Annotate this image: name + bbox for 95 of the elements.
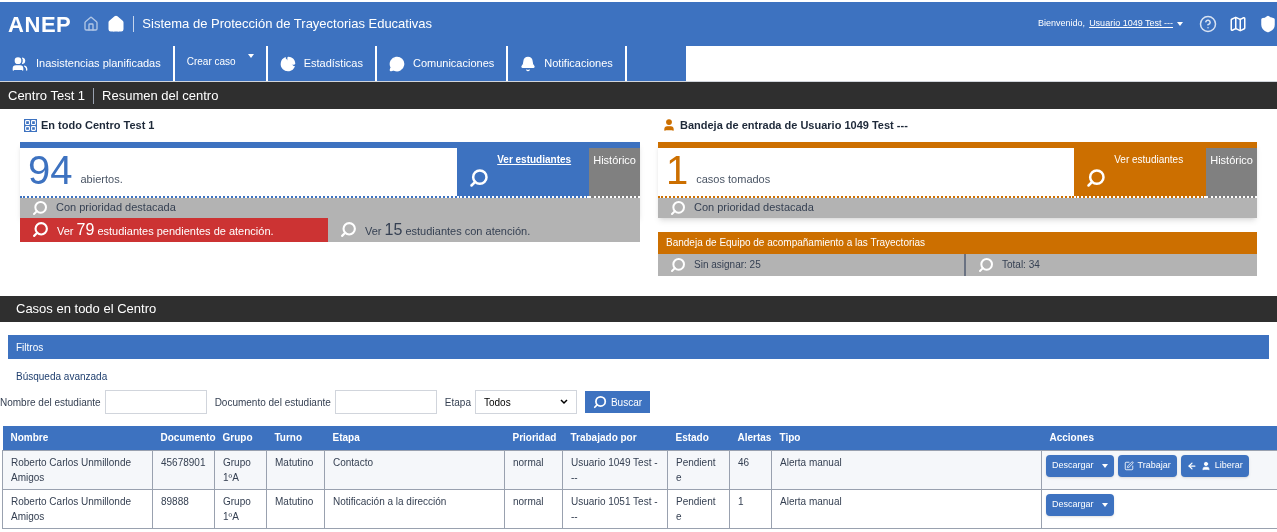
table-cell: Alerta manual — [771, 489, 1042, 528]
table-cell: normal — [504, 489, 563, 528]
table-cell: Roberto Carlos Unmillonde Amigos — [2, 489, 153, 528]
table-cell: Matutino — [266, 450, 325, 489]
column-header: Alertas — [729, 426, 772, 450]
home-icon[interactable] — [83, 16, 100, 32]
shield-icon[interactable] — [1259, 15, 1277, 33]
table-cell: Usuario 1049 Test --- — [562, 450, 668, 489]
search-icon — [592, 395, 607, 409]
user-icon — [1200, 460, 1211, 471]
search-icon — [340, 221, 357, 238]
student-name-field[interactable] — [104, 390, 207, 414]
priority-row[interactable]: Con prioridad destacada — [20, 197, 640, 218]
panel-title: En todo Centro Test 1 — [41, 118, 155, 133]
total-row[interactable]: Total: 34 — [966, 253, 1257, 276]
student-document-field[interactable] — [334, 390, 437, 414]
logo: ANEP — [8, 10, 72, 39]
team-inbox-header: Bandeja de Equipo de acompañamiento a las Trayectorias — [658, 231, 1257, 254]
action-button[interactable]: Descargar — [1046, 493, 1114, 516]
filters-bar: Filtros — [8, 335, 1269, 359]
breadcrumb-item: Resumen del centro — [102, 86, 219, 105]
user-icon — [662, 118, 676, 133]
table-cell: Grupo 1ºA — [214, 489, 267, 528]
view-students-link[interactable]: Ver estudiantes — [1114, 151, 1184, 167]
field-label: Etapa — [444, 395, 471, 410]
arrow-left-icon — [1186, 460, 1197, 471]
table-cell: Alerta manual — [771, 450, 1042, 489]
column-header: Tipo — [771, 426, 1042, 450]
search-button[interactable]: Buscar — [584, 391, 651, 413]
caret-icon — [1101, 502, 1108, 507]
count-label: casos tomados — [696, 172, 771, 187]
attended-students-row[interactable]: Ver 15 estudiantes con atención. — [328, 217, 640, 242]
history-button[interactable]: Histórico — [1206, 147, 1257, 198]
search-icon — [32, 199, 48, 216]
search-icon — [469, 167, 490, 188]
panel-title: Bandeja de entrada de Usuario 1049 Test --- — [680, 118, 908, 133]
table-cell: Notificación a la dirección — [324, 489, 505, 528]
column-header: Grupo — [214, 426, 267, 450]
view-students-link[interactable]: Ver estudiantes — [497, 151, 572, 167]
table-cell: Grupo 1ºA — [214, 450, 267, 489]
count-number: 94 — [28, 147, 73, 192]
chevron-icon — [559, 399, 568, 405]
action-button[interactable]: Liberar — [1180, 454, 1249, 477]
caret-icon — [1101, 463, 1108, 468]
table-cell: Matutino — [266, 489, 325, 528]
nav-icon — [279, 55, 296, 72]
column-header: Etapa — [324, 426, 505, 450]
breadcrumb-item: Centro Test 1 — [8, 86, 86, 105]
search-icon — [670, 256, 686, 273]
table-cell: 45678901 — [152, 450, 215, 489]
column-header: Prioridad — [504, 426, 563, 450]
column-header: Trabajado por — [562, 426, 668, 450]
help-icon[interactable] — [1199, 15, 1217, 33]
column-header: Documento — [152, 426, 215, 450]
column-header: Acciones — [1041, 426, 1277, 450]
search-icon — [978, 256, 994, 273]
column-header: Turno — [266, 426, 325, 450]
caret-icon — [247, 54, 254, 58]
search-icon — [670, 199, 686, 216]
table-cell: Contacto — [324, 450, 505, 489]
welcome-text: Bienvenido, — [1038, 17, 1086, 31]
nav-icon — [388, 55, 405, 72]
table-cell: Pendiente — [667, 450, 730, 489]
nav-icon — [12, 55, 28, 72]
nav-icon — [520, 55, 537, 72]
history-button[interactable]: Histórico — [589, 147, 640, 198]
action-button[interactable]: Trabajar — [1117, 454, 1177, 477]
section-bar: Casos en todo el Centro — [0, 296, 1277, 322]
search-icon — [1086, 167, 1107, 188]
unassigned-row[interactable]: Sin asignar: 25 — [658, 253, 966, 276]
column-header: Nombre — [2, 426, 153, 450]
action-button[interactable]: Descargar — [1046, 454, 1114, 477]
home-icon[interactable] — [107, 15, 126, 33]
priority-row[interactable]: Con prioridad destacada — [658, 197, 1257, 218]
table-cell: Usuario 1051 Test --- — [562, 489, 668, 528]
advanced-search-label: Búsqueda avanzada — [16, 370, 108, 384]
field-label: Documento del estudiante — [214, 395, 331, 410]
edit-icon — [1123, 460, 1134, 471]
table-cell: normal — [504, 450, 563, 489]
table-cell: 89888 — [152, 489, 215, 528]
table-cell: Pendiente — [667, 489, 730, 528]
table-cell: 1 — [729, 489, 772, 528]
table-cell: 46 — [729, 450, 772, 489]
table-cell: Roberto Carlos Unmillonde Amigos — [2, 450, 153, 489]
user-menu-link[interactable]: Usuario 1049 Test --- — [1089, 17, 1183, 31]
count-number: 1 — [666, 147, 689, 192]
map-icon[interactable] — [1229, 15, 1247, 33]
column-header: Estado — [667, 426, 730, 450]
field-label: Nombre del estudiante — [0, 395, 101, 410]
stage-select[interactable]: Todos — [474, 390, 577, 414]
caret-icon — [1177, 21, 1183, 26]
search-icon — [32, 221, 49, 238]
pending-students-row[interactable]: Ver 79 estudiantes pendientes de atención. — [20, 217, 328, 242]
app-title: Sistema de Protección de Trayectorias Educativas — [142, 15, 433, 34]
count-label: abiertos. — [80, 172, 123, 187]
